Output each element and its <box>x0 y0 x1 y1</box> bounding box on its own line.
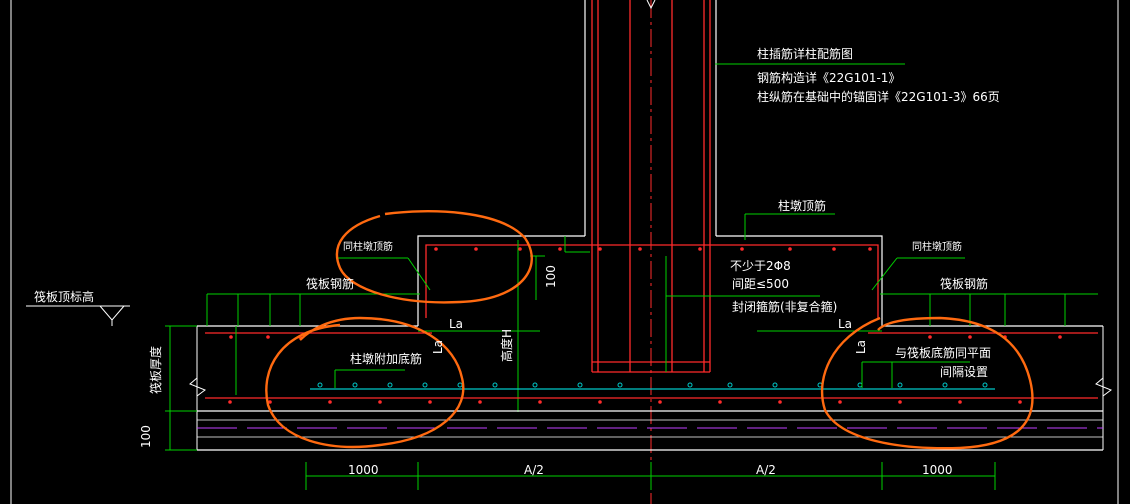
green-leaders <box>165 63 1098 451</box>
la-label-2: La <box>431 340 445 354</box>
cyan-rebar-dots <box>317 382 988 388</box>
raft-top-elevation-label: 筏板顶标高 <box>34 289 94 304</box>
pier-top-bar-label: 柱墩顶筋 <box>778 198 826 213</box>
dim-100-top-label: 100 <box>544 265 558 288</box>
note-line-2: 钢筋构造详《22G101-1》 <box>757 70 900 85</box>
dim-left-label: 1000 <box>348 463 379 477</box>
raft-rebar-right-label: 筏板钢筋 <box>940 276 988 291</box>
same-as-raft-label-2: 间隔设置 <box>940 365 988 379</box>
stirrup-min-label: 不少于2Φ8 <box>730 259 791 273</box>
dim-100-bottom-label: 100 <box>139 425 153 448</box>
la-label-4: La <box>854 340 868 354</box>
dim-mid-left-label: A/2 <box>524 463 544 477</box>
la-label-1: La <box>449 317 463 331</box>
note-line-3: 柱纵筋在基础中的锚固详《22G101-3》66页 <box>757 89 1000 104</box>
dimension-lines <box>305 462 996 490</box>
dim-mid-right-label: A/2 <box>756 463 776 477</box>
same-pier-top-right-label: 同柱墩顶筋 <box>912 240 962 253</box>
elevation-marker <box>26 305 130 326</box>
closed-stirrup-label: 封闭箍筋(非复合箍) <box>732 299 837 314</box>
raft-rebar-left-label: 筏板钢筋 <box>306 276 354 291</box>
dim-right-label: 1000 <box>922 463 953 477</box>
height-h-label: 高度H <box>499 329 514 362</box>
note-line-1: 柱插筋详柱配筋图 <box>757 46 853 61</box>
stirrup-spacing-label: 间距≤500 <box>732 277 789 291</box>
column-pier <box>417 235 883 412</box>
raft-thickness-label: 筏板厚度 <box>148 346 163 394</box>
same-pier-top-left-label: 同柱墩顶筋 <box>343 240 393 253</box>
same-as-raft-label-1: 与筏板底筋同平面 <box>895 345 991 360</box>
highlight-loop-top <box>335 210 533 304</box>
pier-bottom-extra-label: 柱墩附加底筋 <box>350 351 422 366</box>
foundation-drawing: 柱插筋详柱配筋图 钢筋构造详《22G101-1》 柱纵筋在基础中的锚固详《22G… <box>10 0 1119 504</box>
la-label-3: La <box>838 317 852 331</box>
highlight-loop-right <box>820 316 1034 450</box>
